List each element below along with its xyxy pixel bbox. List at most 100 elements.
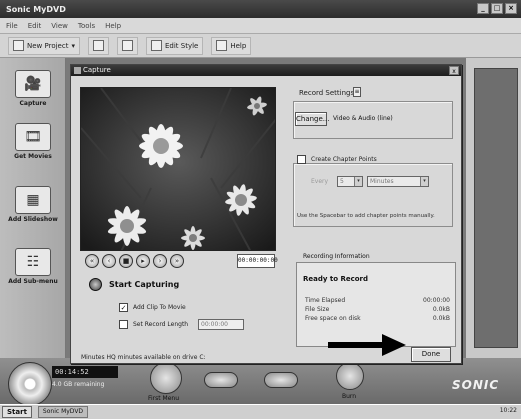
menu-file[interactable]: File bbox=[6, 22, 18, 30]
new-project-icon bbox=[13, 40, 24, 51]
nav-item-add-slideshow[interactable]: ▦ Add Slideshow bbox=[4, 186, 62, 223]
minimize-button[interactable]: _ bbox=[477, 3, 489, 14]
ready-state-label: Ready to Record bbox=[303, 275, 369, 283]
submenu-icon: ☷ bbox=[15, 248, 51, 276]
app-title: Sonic MyDVD bbox=[6, 4, 66, 14]
burn-button[interactable] bbox=[336, 362, 364, 390]
capture-source-label: Video & Audio (line) bbox=[333, 115, 393, 122]
chevron-down-icon: ▾ bbox=[420, 177, 428, 186]
menu-view[interactable]: View bbox=[51, 22, 68, 30]
rewind-icon[interactable]: « bbox=[85, 254, 99, 268]
set-length-label: Set Record Length bbox=[133, 321, 189, 328]
nav-label-get-movies: Get Movies bbox=[14, 153, 52, 160]
info-row-free: Free space on disk 0.0kB bbox=[305, 315, 450, 322]
disc-space-label: 4.0 GB remaining bbox=[52, 381, 105, 388]
step-back-icon[interactable]: ‹ bbox=[102, 254, 116, 268]
play-icon[interactable]: ▸ bbox=[136, 254, 150, 268]
nav-label-add-slideshow: Add Slideshow bbox=[8, 216, 58, 223]
dialog-close-button[interactable]: x bbox=[449, 66, 459, 75]
camcorder-icon: 🎥 bbox=[15, 70, 51, 98]
slideshow-icon: ▦ bbox=[15, 186, 51, 214]
menu-tools[interactable]: Tools bbox=[78, 22, 95, 30]
edit-style-button[interactable]: Edit Style bbox=[145, 36, 204, 55]
folder-icon bbox=[92, 40, 104, 51]
nav-item-capture[interactable]: 🎥 Capture bbox=[4, 70, 62, 107]
nav-label-capture: Capture bbox=[19, 100, 47, 107]
maximize-button[interactable]: □ bbox=[491, 3, 503, 14]
edit-style-icon bbox=[150, 40, 162, 51]
left-nav: 🎥 Capture 🎞 Get Movies ▦ Add Slideshow ☷… bbox=[0, 58, 66, 358]
save-button[interactable] bbox=[116, 36, 138, 55]
flower-preview-image bbox=[81, 88, 275, 250]
info-value: 0.0kB bbox=[432, 306, 450, 313]
record-button[interactable] bbox=[89, 278, 102, 291]
sonic-logo: SONIC bbox=[452, 378, 500, 392]
new-project-label: New Project bbox=[27, 41, 69, 50]
help-icon bbox=[216, 40, 228, 51]
back-button[interactable] bbox=[204, 372, 238, 388]
taskbar: Start Sonic MyDVD 10:22 bbox=[0, 404, 521, 419]
info-row-time: Time Elapsed 00:00:00 bbox=[305, 297, 450, 304]
disc-time-display: 00:14:52 bbox=[52, 366, 118, 378]
save-icon bbox=[121, 40, 133, 51]
first-menu-label: First Menu bbox=[148, 395, 180, 402]
chevron-down-icon: ▾ bbox=[71, 41, 75, 50]
chapter-hint: Use the Spacebar to add chapter points m… bbox=[297, 213, 435, 219]
fast-forward-icon[interactable]: » bbox=[170, 254, 184, 268]
info-label: File Size bbox=[305, 306, 330, 313]
window-close-button[interactable]: × bbox=[505, 3, 517, 14]
toolbar: New Project ▾ Edit Style Help bbox=[0, 34, 521, 58]
start-button[interactable]: Start bbox=[2, 406, 32, 418]
film-icon: 🎞 bbox=[15, 123, 51, 151]
next-button[interactable] bbox=[264, 372, 298, 388]
disc-icon bbox=[8, 362, 52, 406]
done-button[interactable]: Done bbox=[411, 347, 451, 362]
every-label: Every bbox=[311, 178, 329, 185]
step-forward-icon[interactable]: › bbox=[153, 254, 167, 268]
disk-status-text: Minutes HQ minutes available on drive C: bbox=[81, 354, 206, 361]
menu-help[interactable]: Help bbox=[105, 22, 121, 30]
app-title-bar: Sonic MyDVD _ □ × bbox=[0, 0, 521, 18]
dialog-title-bar: Capture x bbox=[71, 65, 461, 76]
info-value: 00:00:00 bbox=[423, 297, 450, 304]
timecode-display: 00:00:00:00 bbox=[237, 254, 278, 268]
arrow-annotation-icon bbox=[328, 334, 406, 356]
info-value: 0.0kB bbox=[432, 315, 450, 322]
burn-label: Burn bbox=[342, 393, 357, 400]
info-row-size: File Size 0.0kB bbox=[305, 306, 450, 313]
help-label: Help bbox=[230, 41, 247, 50]
chapter-unit-select[interactable]: Minutes ▾ bbox=[367, 176, 429, 187]
record-length-stepper[interactable]: 00:00:00 bbox=[198, 319, 244, 330]
chapter-interval-select[interactable]: 5 ▾ bbox=[337, 176, 363, 187]
info-label: Time Elapsed bbox=[305, 297, 346, 304]
video-preview bbox=[80, 87, 276, 251]
settings-toggle-icon[interactable]: ≡ bbox=[353, 87, 361, 97]
set-length-checkbox[interactable] bbox=[119, 320, 128, 329]
chapter-points-checkbox[interactable] bbox=[297, 155, 306, 164]
chapter-interval-value: 5 bbox=[340, 178, 344, 185]
nav-item-add-sub-menu[interactable]: ☷ Add Sub-menu bbox=[4, 248, 62, 285]
help-button[interactable]: Help bbox=[211, 36, 252, 55]
add-clip-checkbox[interactable]: ✓ bbox=[119, 303, 128, 312]
menu-preview-area bbox=[466, 58, 521, 358]
first-menu-button[interactable] bbox=[150, 362, 182, 394]
dialog-title: Capture bbox=[83, 66, 111, 74]
record-settings-title: Record Settings bbox=[297, 89, 357, 97]
nav-item-get-movies[interactable]: 🎞 Get Movies bbox=[4, 123, 62, 160]
clock: 10:22 bbox=[499, 407, 517, 414]
taskbar-app-button[interactable]: Sonic MyDVD bbox=[37, 406, 89, 418]
menu-edit[interactable]: Edit bbox=[28, 22, 42, 30]
chevron-down-icon: ▾ bbox=[354, 177, 362, 186]
stop-icon[interactable]: ■ bbox=[119, 254, 133, 268]
dialog-app-icon bbox=[74, 67, 81, 74]
menu-bar: File Edit View Tools Help bbox=[0, 18, 521, 34]
transport-controls: « ‹ ■ ▸ › » bbox=[85, 254, 184, 268]
capture-dialog: Capture x « ‹ ■ ▸ › » 00:00:00:00 Start … bbox=[70, 64, 462, 364]
recording-info-title: Recording Information bbox=[301, 253, 372, 260]
info-label: Free space on disk bbox=[305, 315, 361, 322]
change-button[interactable]: Change... bbox=[295, 112, 329, 126]
open-button[interactable] bbox=[87, 36, 109, 55]
menu-preview-pane bbox=[474, 68, 518, 348]
start-capturing-label[interactable]: Start Capturing bbox=[109, 280, 179, 289]
new-project-button[interactable]: New Project ▾ bbox=[8, 36, 80, 55]
